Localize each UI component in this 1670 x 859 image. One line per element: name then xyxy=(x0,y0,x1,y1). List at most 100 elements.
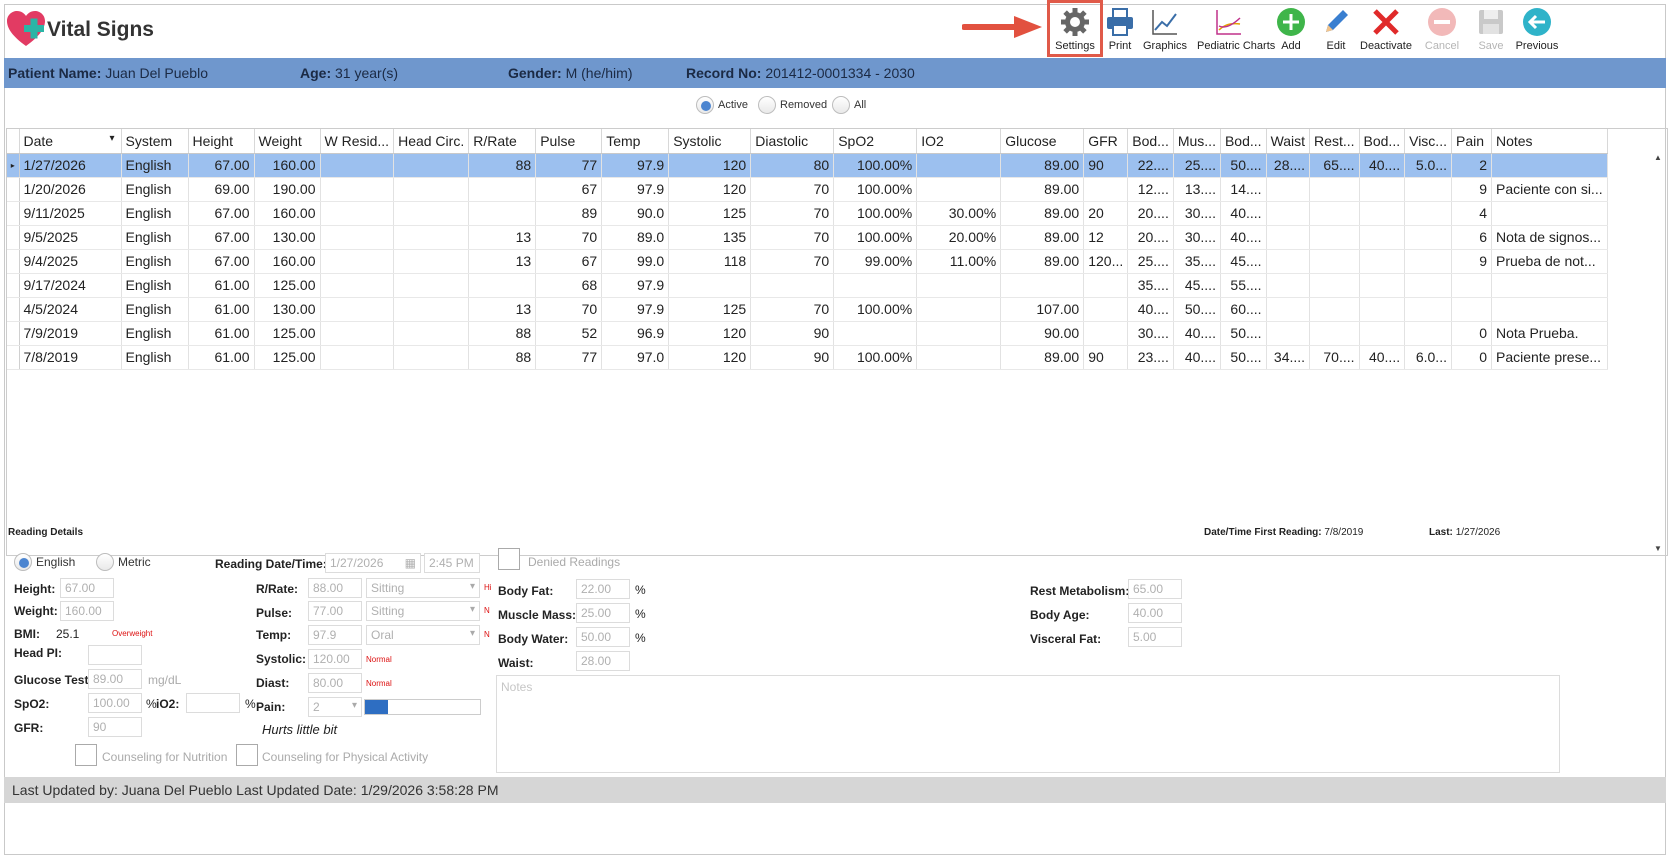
table-cell[interactable] xyxy=(1491,273,1608,298)
table-cell[interactable]: 40.... xyxy=(1127,297,1174,322)
table-cell[interactable] xyxy=(833,273,918,298)
table-cell[interactable]: 100.00% xyxy=(833,345,918,370)
table-cell[interactable] xyxy=(1359,273,1406,298)
column-header[interactable]: Visc... xyxy=(1404,129,1452,154)
table-cell[interactable]: 9/11/2025 xyxy=(19,201,122,226)
table-cell[interactable]: English xyxy=(121,177,189,202)
table-cell[interactable] xyxy=(320,345,395,370)
table-cell[interactable] xyxy=(668,273,752,298)
height-field[interactable]: 67.00 xyxy=(60,578,114,598)
table-cell[interactable] xyxy=(320,321,395,346)
table-cell[interactable] xyxy=(468,177,537,202)
table-cell[interactable]: 120 xyxy=(668,177,752,202)
table-cell[interactable] xyxy=(1404,297,1452,322)
counseling-activity-checkbox[interactable] xyxy=(236,744,258,766)
column-header[interactable]: System xyxy=(121,129,189,154)
table-cell[interactable]: 100.00% xyxy=(833,225,918,250)
table-cell[interactable] xyxy=(1309,201,1360,226)
table-cell[interactable] xyxy=(833,321,918,346)
column-header[interactable]: Temp xyxy=(601,129,670,154)
table-cell[interactable]: 0 xyxy=(1451,321,1492,346)
table-cell[interactable]: 30.... xyxy=(1173,201,1221,226)
table-cell[interactable]: 23.... xyxy=(1127,345,1174,370)
table-cell[interactable]: 120 xyxy=(668,153,752,178)
visceral-fat-field[interactable]: 5.00 xyxy=(1128,627,1182,647)
table-cell[interactable]: 90 xyxy=(1083,345,1129,370)
table-cell[interactable] xyxy=(1309,297,1360,322)
table-cell[interactable]: 70 xyxy=(750,297,835,322)
table-cell[interactable]: English xyxy=(121,297,189,322)
table-cell[interactable]: 125.00 xyxy=(254,345,321,370)
table-row[interactable]: 9/5/2025 English 67.00 130.00 13 70 89.0 135 70 1… xyxy=(7,225,1608,250)
table-cell[interactable]: 88 xyxy=(468,345,537,370)
removed-radio[interactable] xyxy=(758,96,776,114)
table-row[interactable]: ▸ 1/27/2026 English 67.00 160.00 88 77 97.9 120 8… xyxy=(7,153,1608,178)
table-cell[interactable] xyxy=(1404,201,1452,226)
table-cell[interactable]: 70 xyxy=(535,297,603,322)
muscle-mass-field[interactable]: 25.00 xyxy=(576,603,630,623)
table-cell[interactable]: 4 xyxy=(1451,201,1492,226)
table-cell[interactable]: Prueba de not... xyxy=(1491,249,1608,274)
table-cell[interactable]: 89.0 xyxy=(601,225,670,250)
table-cell[interactable]: 14.... xyxy=(1220,177,1267,202)
sort-desc-icon[interactable]: ▾ xyxy=(109,133,114,144)
table-cell[interactable]: 7/9/2019 xyxy=(19,321,122,346)
column-header[interactable]: GFR xyxy=(1083,129,1129,154)
table-cell[interactable]: 90 xyxy=(750,321,835,346)
table-cell[interactable]: 100.00% xyxy=(833,153,918,178)
table-cell[interactable] xyxy=(1359,177,1406,202)
scroll-down-icon[interactable]: ▼ xyxy=(1654,544,1662,553)
systolic-field[interactable]: 120.00 xyxy=(308,649,362,669)
table-cell[interactable] xyxy=(1083,273,1129,298)
counseling-nutrition-checkbox[interactable] xyxy=(75,744,97,766)
table-cell[interactable]: 67 xyxy=(535,177,603,202)
reading-date-field[interactable]: 1/27/2026 ▦ xyxy=(325,553,421,573)
table-cell[interactable]: 13 xyxy=(468,225,537,250)
spo2-field[interactable]: 100.00 xyxy=(88,693,142,713)
table-cell[interactable] xyxy=(393,177,470,202)
table-cell[interactable]: 120... xyxy=(1083,249,1129,274)
table-row[interactable]: 7/8/2019 English 61.00 125.00 88 77 97.0 120 90 1… xyxy=(7,345,1608,370)
column-header[interactable]: Bod... xyxy=(1359,129,1406,154)
table-cell[interactable] xyxy=(1491,153,1608,178)
table-cell[interactable] xyxy=(1309,321,1360,346)
table-cell[interactable]: 89.00 xyxy=(1000,249,1085,274)
table-cell[interactable]: 0 xyxy=(1451,345,1492,370)
table-cell[interactable]: 96.9 xyxy=(601,321,670,346)
weight-field[interactable]: 160.00 xyxy=(60,601,114,621)
table-cell[interactable]: 118 xyxy=(668,249,752,274)
active-radio[interactable] xyxy=(696,96,714,114)
table-cell[interactable]: Nota Prueba. xyxy=(1491,321,1608,346)
column-header[interactable]: Waist xyxy=(1266,129,1311,154)
table-cell[interactable]: 50.... xyxy=(1173,297,1221,322)
column-header[interactable]: Systolic xyxy=(668,129,752,154)
table-cell[interactable]: 125.00 xyxy=(254,321,321,346)
vitals-grid[interactable]: Date ▾ System Height Weight W Resid... Head Ci… xyxy=(6,128,1668,556)
table-cell[interactable]: 67.00 xyxy=(188,225,255,250)
table-cell[interactable]: 80 xyxy=(750,153,835,178)
table-cell[interactable]: 100.00% xyxy=(833,201,918,226)
table-cell[interactable]: 120 xyxy=(668,321,752,346)
table-cell[interactable]: 9 xyxy=(1451,249,1492,274)
column-header[interactable]: Weight xyxy=(254,129,321,154)
table-cell[interactable]: 65.... xyxy=(1309,153,1360,178)
table-cell[interactable] xyxy=(468,201,537,226)
table-cell[interactable]: 6 xyxy=(1451,225,1492,250)
table-cell[interactable]: 90 xyxy=(750,345,835,370)
table-cell[interactable] xyxy=(750,273,835,298)
table-cell[interactable]: 40.... xyxy=(1359,345,1406,370)
table-cell[interactable]: 77 xyxy=(535,345,603,370)
filter-active[interactable]: Active xyxy=(696,96,748,114)
table-cell[interactable]: 50.... xyxy=(1220,345,1267,370)
table-cell[interactable]: 125 xyxy=(668,201,752,226)
table-cell[interactable]: 9 xyxy=(1451,177,1492,202)
table-cell[interactable]: 107.00 xyxy=(1000,297,1085,322)
rest-metabolism-field[interactable]: 65.00 xyxy=(1128,579,1182,599)
table-row[interactable]: 4/5/2024 English 61.00 130.00 13 70 97.9 125 70 1… xyxy=(7,297,1608,322)
table-cell[interactable]: 70 xyxy=(750,249,835,274)
table-cell[interactable]: English xyxy=(121,249,189,274)
table-cell[interactable] xyxy=(1451,297,1492,322)
table-cell[interactable] xyxy=(320,225,395,250)
temp-field[interactable]: 97.9 xyxy=(308,625,362,645)
notes-textarea[interactable]: Notes xyxy=(496,675,1560,773)
